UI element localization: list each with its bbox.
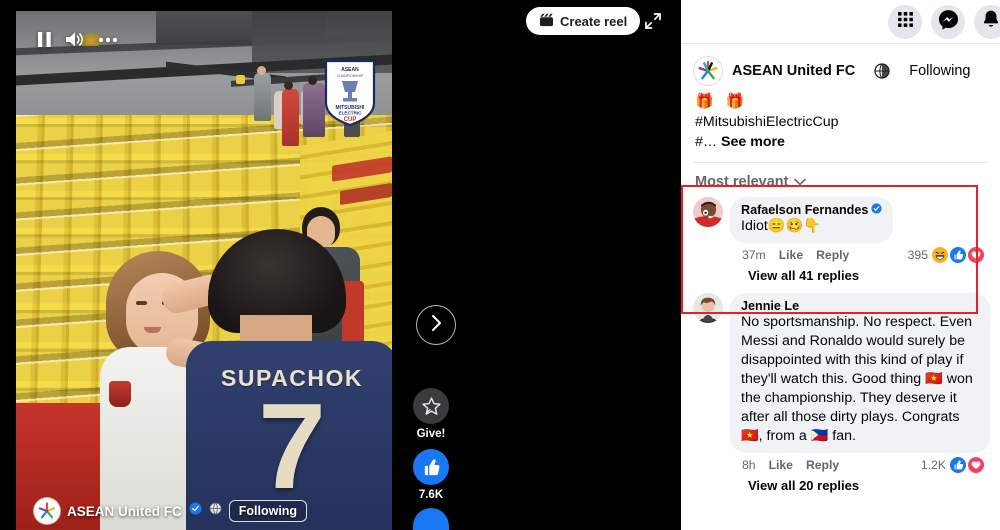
comment-item: Rafaelson Fernandes Idiot😑🥴👇 37m Like Re… [681, 195, 1000, 283]
avatar[interactable] [693, 293, 723, 323]
comment-text: Idiot😑🥴👇 [741, 218, 821, 234]
comment-author-name: Rafaelson Fernandes [741, 203, 869, 217]
video-pane: SUPACHOK 7 ASEAN CHAMPIONSHIP MITSUBISHI… [0, 0, 681, 530]
comment-reactions[interactable]: 395 [908, 247, 990, 263]
more-options-icon[interactable] [98, 37, 118, 43]
chevron-down-icon [794, 173, 807, 191]
avatar[interactable] [693, 197, 723, 227]
mitsubishi-electric-cup-badge-icon: ASEAN CHAMPIONSHIP MITSUBISHI ELECTRIC C… [322, 59, 378, 127]
follow-button[interactable]: Following [228, 500, 308, 522]
video-page-name[interactable]: ASEAN United FC [67, 504, 182, 519]
svg-text:ASEAN: ASEAN [341, 67, 359, 73]
notifications-button[interactable] [974, 4, 1000, 39]
post-following-label[interactable]: Following [909, 63, 970, 79]
comment-bubble: Rafaelson Fernandes Idiot😑🥴👇 [730, 197, 894, 243]
comment-icon [413, 508, 449, 530]
step-marker [236, 75, 245, 84]
view-replies-button[interactable]: View all 41 replies [730, 263, 990, 283]
comment-like-button[interactable]: Like [769, 458, 793, 472]
comment-author[interactable]: Rafaelson Fernandes [741, 203, 882, 217]
bell-icon [981, 9, 1000, 34]
comment-content: Jennie Le No sportsmanship. No respect. … [730, 293, 990, 493]
post-hashtag-1[interactable]: #MitsubishiElectricCup [695, 112, 988, 132]
comment-content: Rafaelson Fernandes Idiot😑🥴👇 37m Like Re… [730, 197, 990, 283]
reaction-count: 1.2K [920, 458, 946, 472]
like-reaction-icon [950, 247, 966, 263]
comment-action[interactable] [413, 508, 449, 530]
verified-badge-icon [871, 203, 882, 217]
comment-meta: 8h Like Reply 1.2K [730, 453, 990, 473]
view-replies-button[interactable]: View all 20 replies [730, 473, 990, 493]
see-more-button[interactable]: See more [721, 134, 785, 150]
verified-badge-icon [189, 502, 202, 520]
apps-grid-button[interactable] [888, 4, 922, 39]
post-header: ASEAN United FC Following [681, 44, 1000, 86]
post-side-panel: ASEAN United FC Following 🎁 🎁 #Mitsubish… [681, 0, 1000, 530]
give-action[interactable]: Give! [413, 388, 449, 440]
expand-fullscreen-icon[interactable] [644, 12, 662, 30]
post-page-name[interactable]: ASEAN United FC [732, 63, 855, 79]
pause-icon[interactable] [38, 32, 51, 47]
create-reel-label: Create reel [560, 13, 628, 29]
give-label: Give! [416, 428, 446, 440]
svg-text:ELECTRIC: ELECTRIC [339, 111, 363, 116]
next-reel-button[interactable] [416, 305, 456, 345]
svg-text:CHAMPIONSHIP: CHAMPIONSHIP [337, 74, 364, 78]
page-avatar[interactable] [693, 56, 723, 86]
reaction-count: 395 [907, 248, 928, 262]
volume-icon[interactable] [65, 31, 84, 48]
post-emoji-line: 🎁 🎁 [695, 93, 749, 110]
svg-text:CUP: CUP [344, 117, 357, 123]
chevron-right-icon [429, 314, 443, 337]
messenger-icon [938, 9, 959, 35]
jersey-number-text: 7 [258, 378, 326, 514]
messenger-button[interactable] [931, 4, 965, 39]
comment-item: Jennie Le No sportsmanship. No respect. … [681, 291, 1000, 493]
video-controls [38, 31, 118, 48]
globe-icon [874, 63, 890, 79]
love-reaction-icon [968, 457, 984, 473]
film-clapper-icon [539, 13, 554, 30]
comment-meta: 37m Like Reply 395 [730, 243, 990, 263]
avatar[interactable] [34, 498, 60, 524]
spectator-3-head [284, 81, 293, 90]
post-hashtag-2[interactable]: #… [695, 134, 717, 150]
comment-reply-button[interactable]: Reply [816, 248, 849, 262]
thumbs-up-icon [413, 449, 449, 485]
star-gift-icon [413, 388, 449, 424]
like-count: 7.6K [418, 489, 444, 501]
like-reaction-icon [950, 457, 966, 473]
like-action[interactable]: 7.6K [413, 449, 449, 501]
comment-reply-button[interactable]: Reply [806, 458, 839, 472]
facebook-topbar [681, 0, 1000, 44]
spectator-1 [254, 73, 271, 121]
foreground-man-jersey: SUPACHOK 7 [186, 229, 392, 530]
globe-icon [209, 502, 222, 520]
post-body: 🎁 🎁 #MitsubishiElectricCup #… See more [681, 86, 1000, 152]
comment-timestamp: 8h [742, 458, 756, 472]
comment-timestamp: 37m [742, 248, 766, 262]
reel-action-rail: Give! 7.6K [408, 388, 454, 530]
spectator-1-head [257, 66, 266, 75]
spectator-3 [282, 89, 299, 146]
grid-menu-icon [897, 11, 914, 33]
comment-bubble: Jennie Le No sportsmanship. No respect. … [730, 293, 990, 453]
post-hashtag-2-line: #… See more [695, 132, 988, 152]
reel-video-frame[interactable]: SUPACHOK 7 ASEAN CHAMPIONSHIP MITSUBISHI… [16, 11, 392, 530]
create-reel-button[interactable]: Create reel [526, 7, 641, 35]
video-page-identity: ASEAN United FC Following [34, 498, 308, 524]
spectator-5-head [308, 76, 317, 85]
comment-author-name: Jennie Le [741, 299, 800, 313]
love-reaction-icon [968, 247, 984, 263]
haha-reaction-icon [932, 247, 948, 263]
comment-text: No sportsmanship. No respect. Even Messi… [741, 314, 973, 444]
comment-sort-selector[interactable]: Most relevant [681, 163, 1000, 195]
reel-viewer-screen: SUPACHOK 7 ASEAN CHAMPIONSHIP MITSUBISHI… [0, 0, 1000, 530]
comment-sort-label: Most relevant [695, 174, 789, 190]
comment-like-button[interactable]: Like [779, 248, 803, 262]
comment-author[interactable]: Jennie Le [741, 299, 979, 313]
comment-reactions[interactable]: 1.2K [921, 457, 990, 473]
